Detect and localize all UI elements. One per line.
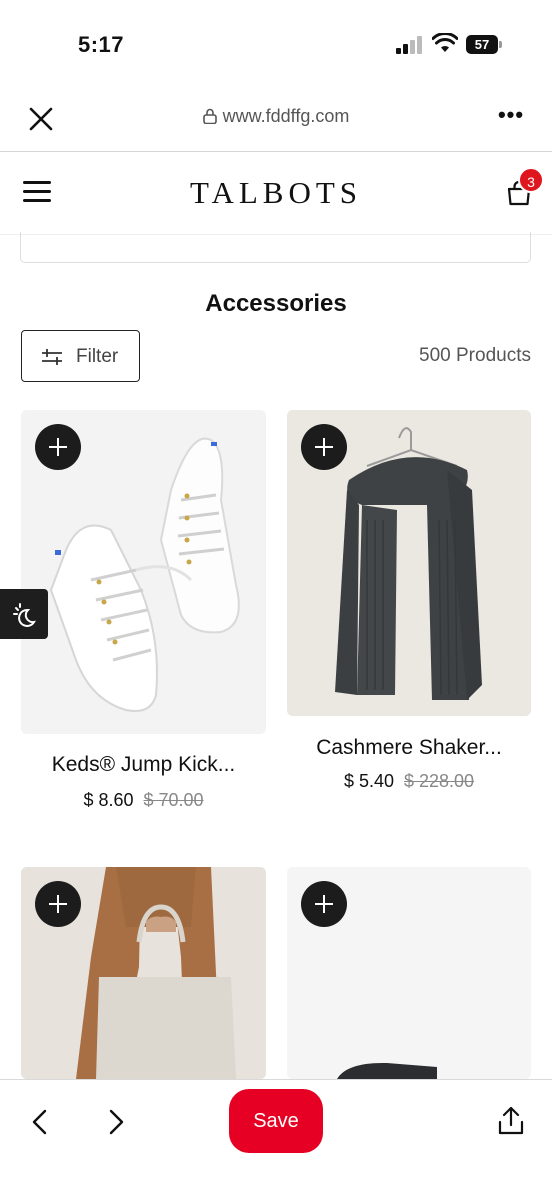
filter-label: Filter: [76, 346, 119, 367]
original-price: $ 70.00: [143, 790, 204, 810]
url-text: www.fddffg.com: [222, 106, 350, 126]
add-to-cart-button[interactable]: [301, 424, 347, 470]
wifi-icon: [432, 33, 458, 52]
product-count: 500 Products: [419, 345, 531, 366]
browser-bar: www.fddffg.com •••: [0, 88, 552, 152]
forward-arrow-icon[interactable]: [104, 1108, 128, 1136]
battery-level: 57: [466, 35, 498, 54]
theme-toggle-icon: [13, 603, 36, 627]
add-to-cart-button[interactable]: [35, 881, 81, 927]
back-arrow-icon[interactable]: [28, 1108, 52, 1136]
share-icon[interactable]: [497, 1106, 525, 1136]
bottom-toolbar: Save: [0, 1079, 552, 1200]
add-to-cart-button[interactable]: [35, 424, 81, 470]
original-price: $ 228.00: [403, 771, 475, 791]
cellular-signal-icon: [396, 36, 422, 54]
battery-indicator: 57: [466, 35, 502, 54]
site-logo[interactable]: TALBOTS: [0, 175, 552, 211]
sale-price: $ 5.40: [343, 771, 394, 791]
lock-icon: [202, 108, 217, 124]
add-to-cart-button[interactable]: [301, 881, 347, 927]
search-box[interactable]: [20, 232, 531, 263]
cart-count-badge: 3: [518, 167, 544, 193]
site-header: TALBOTS: [0, 153, 552, 235]
product-name[interactable]: Cashmere Shaker...: [287, 736, 531, 760]
accessibility-widget-button[interactable]: [0, 589, 48, 639]
sale-price: $ 8.60: [83, 790, 134, 810]
save-button[interactable]: Save: [229, 1089, 323, 1153]
battery-nub: [499, 41, 502, 48]
product-prices: $ 8.60 $ 70.00: [21, 790, 266, 811]
product-name[interactable]: Keds® Jump Kick...: [21, 753, 266, 777]
status-time: 5:17: [78, 32, 125, 57]
filter-button[interactable]: Filter: [21, 330, 140, 382]
more-options-button[interactable]: •••: [494, 104, 528, 130]
url-display[interactable]: www.fddffg.com: [0, 106, 552, 127]
product-prices: $ 5.40 $ 228.00: [287, 771, 531, 792]
status-bar: 5:17 57: [0, 0, 552, 88]
page-title: Accessories: [205, 290, 347, 317]
filter-sliders-icon: [42, 349, 62, 365]
